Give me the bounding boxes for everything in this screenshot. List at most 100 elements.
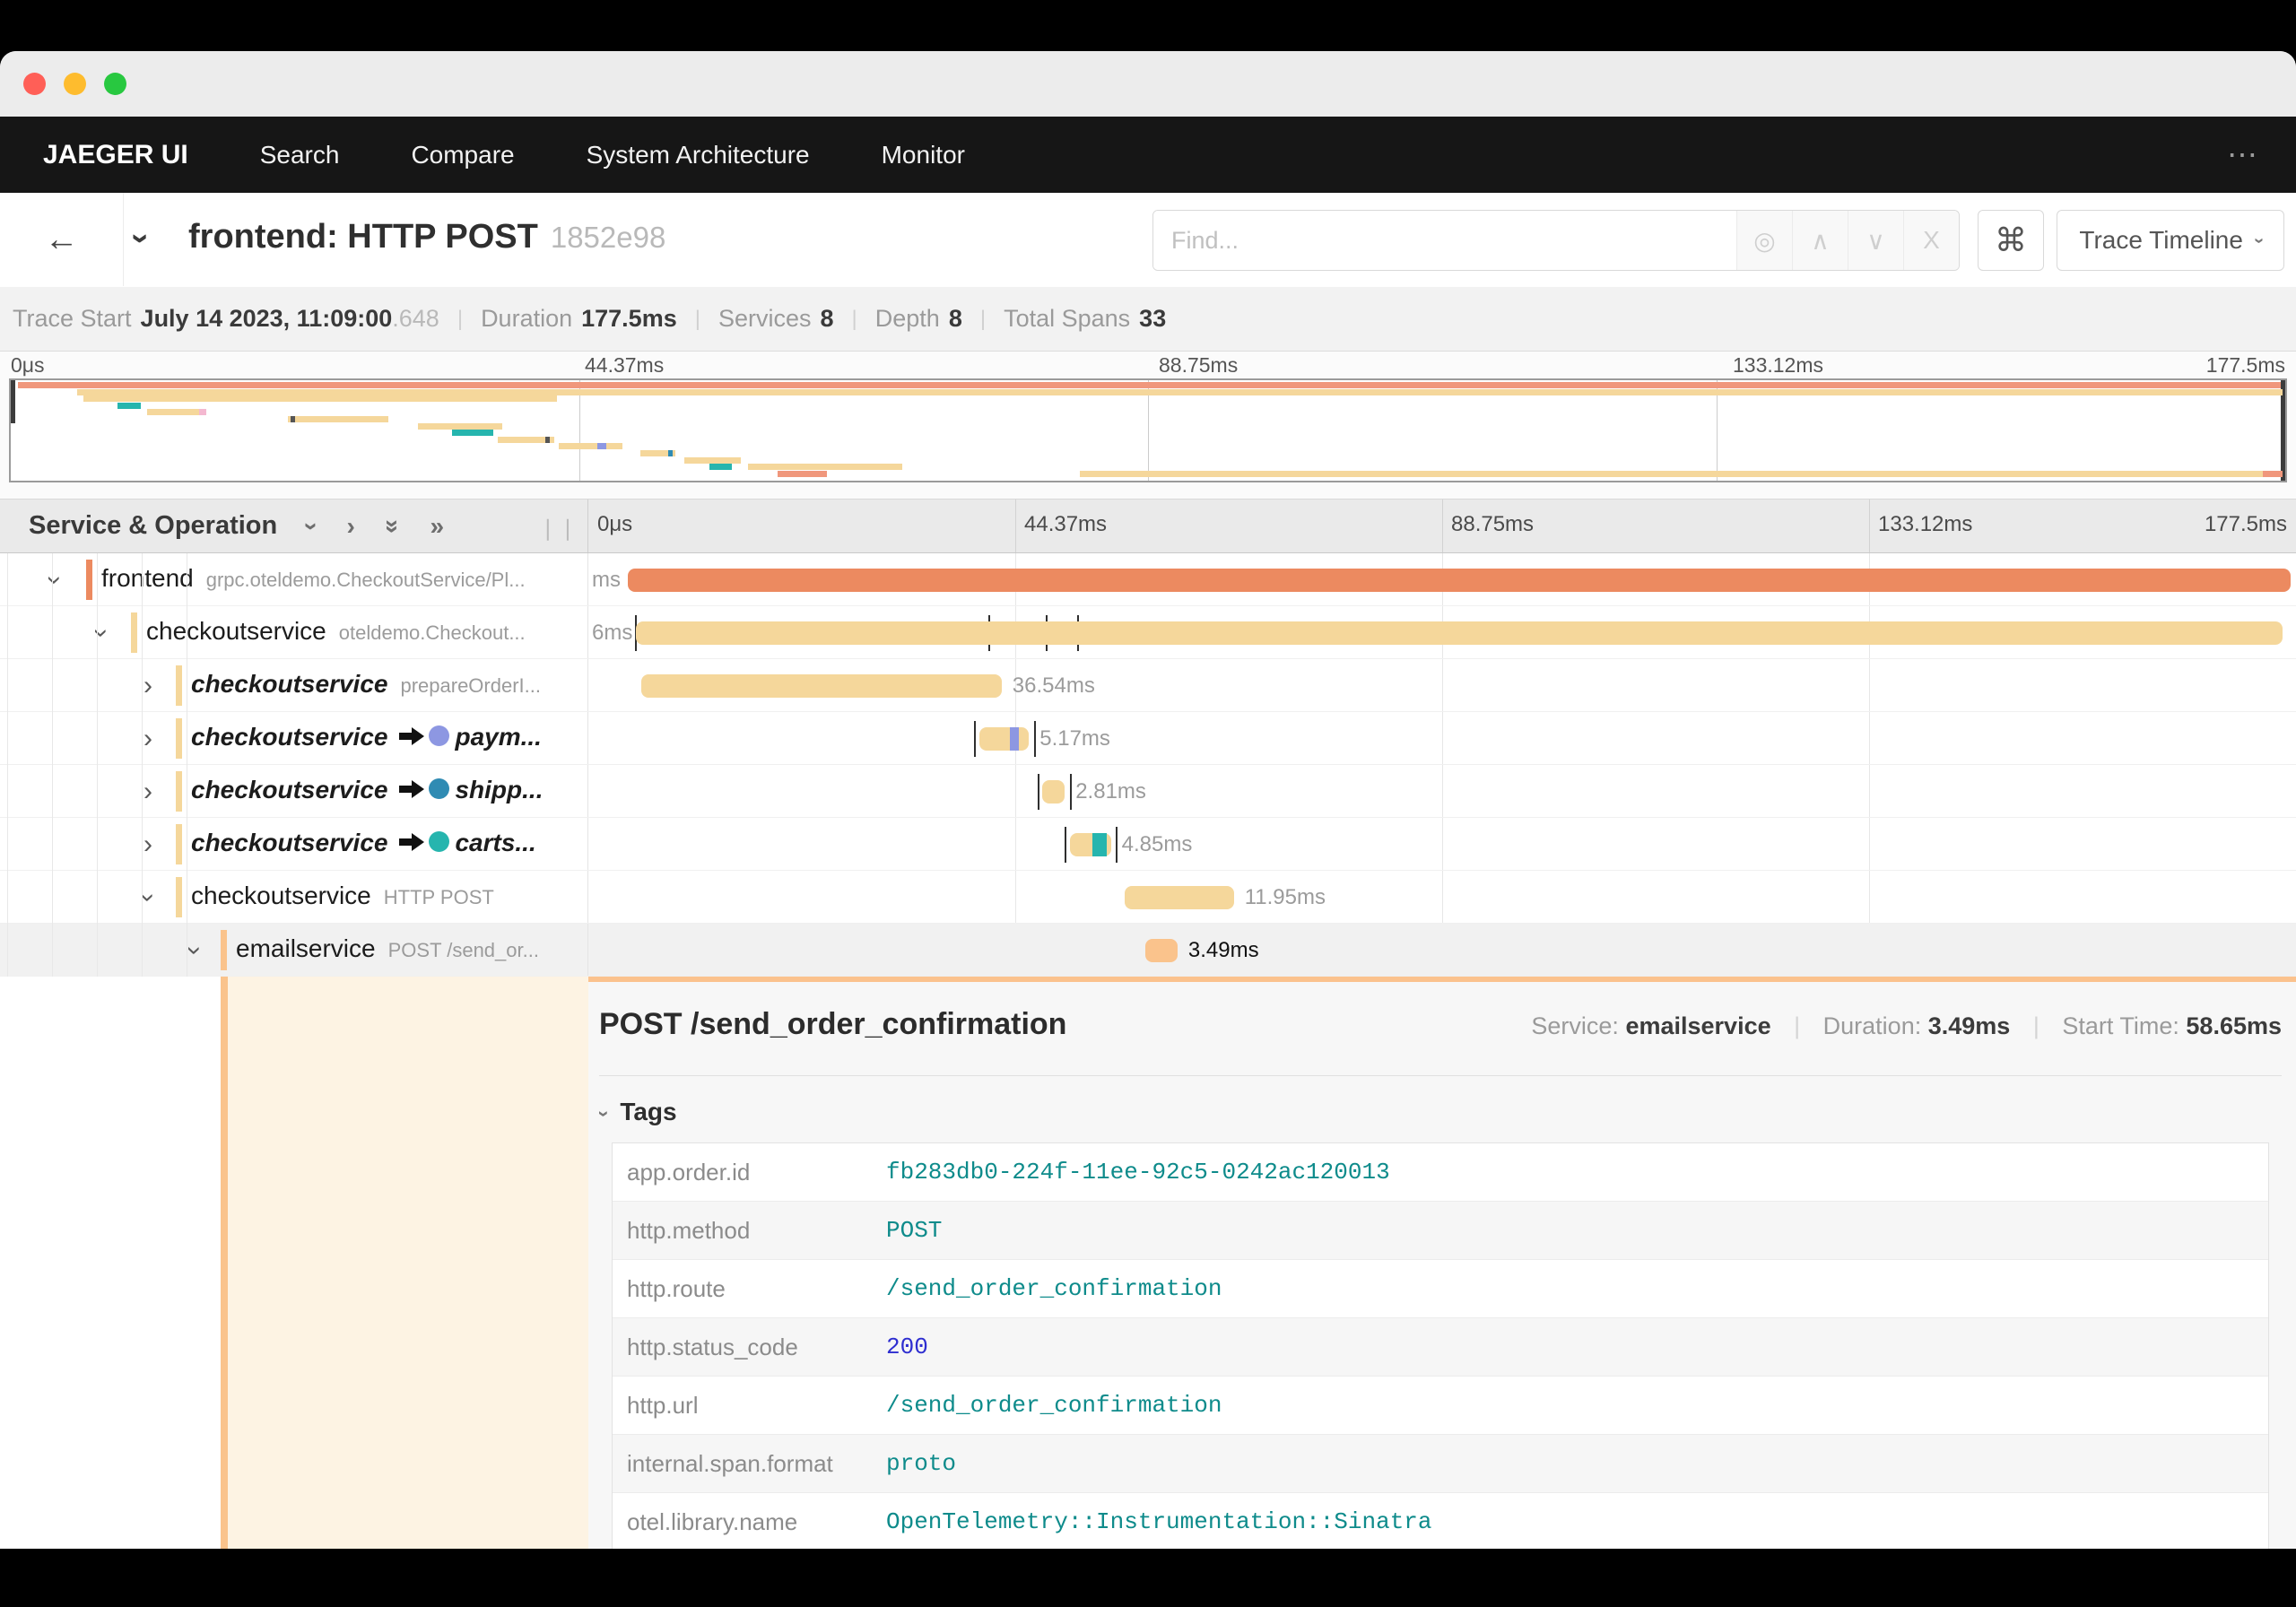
jaeger-logo[interactable]: JAEGER UI [43, 140, 188, 170]
span-timeline-cell[interactable]: 11.95ms [588, 871, 2296, 923]
start-time-value: 58.65ms [2186, 1012, 2282, 1039]
service-name-text: checkoutservice [191, 882, 371, 909]
span-duration-label: 5.17ms [1039, 726, 1110, 751]
span-row-frontend[interactable]: ›frontendgrpc.oteldemo.CheckoutService/P… [0, 553, 2296, 606]
span-name-cell[interactable]: ›checkoutservicepaym... [0, 712, 588, 764]
back-button[interactable]: ← [0, 193, 124, 286]
span-row-checkoutservice[interactable]: ›checkoutserviceHTTP POST11.95ms [0, 871, 2296, 924]
span-name-cell[interactable]: ›checkoutserviceoteldemo.Checkout... [0, 606, 588, 658]
span-timeline-cell[interactable]: 3.49ms [588, 924, 2296, 976]
nav-item-system-architecture[interactable]: System Architecture [587, 141, 810, 169]
tag-row[interactable]: http.url/send_order_confirmation [613, 1377, 2268, 1435]
span-row-checkoutservice[interactable]: ›checkoutservicecarts...4.85ms [0, 818, 2296, 871]
span-row-emailservice[interactable]: ›emailservicePOST /send_or...3.49ms [0, 924, 2296, 977]
span-timeline-cell[interactable]: 2.81ms [588, 765, 2296, 817]
collapse-trace-chevron-icon[interactable]: › [123, 233, 161, 244]
span-bar[interactable] [628, 569, 2291, 592]
span-duration-label: 11.95ms [1245, 885, 1326, 910]
span-color-chip [176, 771, 182, 812]
tag-key: internal.span.format [613, 1450, 886, 1478]
minimap-axis-label: 133.12ms [1733, 353, 1823, 378]
divider: | [695, 307, 700, 332]
minimap-span-bar [1080, 471, 2283, 477]
tag-row[interactable]: http.status_code200 [613, 1318, 2268, 1377]
expand-row-chevron-icon[interactable]: › [144, 777, 152, 807]
nav-item-compare[interactable]: Compare [411, 141, 514, 169]
column-resizer-handle[interactable]: ❘❘ [539, 516, 578, 542]
command-icon: ⌘ [1995, 222, 2027, 259]
span-name-cell[interactable]: ›emailservicePOST /send_or... [0, 924, 588, 976]
service-label: Service: [1531, 1012, 1619, 1039]
tag-row[interactable]: app.order.idfb283db0-224f-11ee-92c5-0242… [613, 1143, 2268, 1202]
tag-row[interactable]: otel.library.nameOpenTelemetry::Instrume… [613, 1493, 2268, 1549]
tag-value: /send_order_confirmation [886, 1275, 1222, 1302]
span-timeline-cell[interactable]: ms [588, 553, 2296, 605]
span-bar[interactable] [1042, 780, 1065, 804]
tag-row[interactable]: http.route/send_order_confirmation [613, 1260, 2268, 1318]
nav-item-monitor[interactable]: Monitor [882, 141, 965, 169]
find-focus-button[interactable]: ◎ [1736, 211, 1792, 270]
span-name-cell[interactable]: ›checkoutservicecarts... [0, 818, 588, 870]
timeline-axis-label: 88.75ms [1451, 512, 1534, 537]
timeline-column-header: Service & Operation › › » » ❘❘ 0μs44.37m… [0, 499, 2296, 553]
collapse-row-chevron-icon[interactable]: › [179, 946, 210, 955]
span-bar[interactable] [1145, 939, 1178, 962]
tag-row[interactable]: internal.span.formatproto [613, 1435, 2268, 1493]
span-timeline-cell[interactable]: 4.85ms [588, 818, 2296, 870]
tag-row[interactable]: http.methodPOST [613, 1202, 2268, 1260]
service-value: emailservice [1625, 1012, 1770, 1039]
span-timeline-cell[interactable]: 36.54ms [588, 659, 2296, 711]
span-name-cell[interactable]: ›frontendgrpc.oteldemo.CheckoutService/P… [0, 553, 588, 605]
collapse-one-icon[interactable]: › [298, 522, 326, 530]
span-timeline-cell[interactable]: 6ms [588, 606, 2296, 658]
tags-section-toggle[interactable]: ›Tags [601, 1098, 2296, 1126]
overflow-menu-icon[interactable]: ⋯ [2227, 137, 2260, 173]
minimap-canvas[interactable] [9, 378, 2287, 482]
find-clear-button[interactable]: X [1903, 211, 1959, 270]
minimap-left-scrubber[interactable] [11, 380, 15, 423]
nav-item-search[interactable]: Search [260, 141, 340, 169]
find-next-button[interactable]: ∨ [1848, 211, 1903, 270]
collapse-row-chevron-icon[interactable]: › [39, 576, 70, 585]
keyboard-shortcuts-button[interactable]: ⌘ [1978, 210, 2044, 271]
minimap-span-bar [2263, 471, 2283, 477]
span-bar[interactable] [979, 727, 1029, 751]
expand-row-chevron-icon[interactable]: › [144, 830, 152, 860]
minimap-span-bar [117, 403, 140, 409]
find-prev-button[interactable]: ∧ [1792, 211, 1848, 270]
expand-row-chevron-icon[interactable]: › [144, 724, 152, 754]
collapse-all-icon[interactable]: » [378, 519, 407, 534]
collapse-row-chevron-icon[interactable]: › [133, 893, 163, 902]
span-bar[interactable] [1125, 886, 1234, 909]
span-bar[interactable] [641, 674, 1002, 698]
minimize-window-button[interactable] [64, 73, 86, 95]
span-name-cell[interactable]: ›checkoutserviceHTTP POST [0, 871, 588, 923]
expand-row-chevron-icon[interactable]: › [144, 671, 152, 701]
span-row-checkoutservice[interactable]: ›checkoutserviceshipp...2.81ms [0, 765, 2296, 818]
span-name-cell[interactable]: ›checkoutserviceprepareOrderI... [0, 659, 588, 711]
expand-all-icon[interactable]: » [430, 512, 444, 541]
chevron-up-icon: ∧ [1811, 226, 1830, 256]
span-name-cell[interactable]: ›checkoutserviceshipp... [0, 765, 588, 817]
summary-value: 8 [949, 305, 962, 333]
span-color-chip [86, 560, 92, 600]
span-row-checkoutservice[interactable]: ›checkoutserviceprepareOrderI...36.54ms [0, 659, 2296, 712]
close-window-button[interactable] [23, 73, 46, 95]
expand-one-icon[interactable]: › [347, 512, 355, 541]
trace-view-select[interactable]: Trace Timeline › [2057, 210, 2284, 271]
minimap-right-scrubber[interactable] [2281, 380, 2285, 481]
span-row-checkoutservice[interactable]: ›checkoutserviceoteldemo.Checkout...6ms [0, 606, 2296, 659]
collapse-row-chevron-icon[interactable]: › [86, 629, 117, 638]
minimap-axis: 0μs44.37ms88.75ms133.12ms177.5ms [0, 352, 2296, 378]
selected-span-color-band [221, 977, 228, 1549]
span-bar[interactable] [636, 621, 2282, 645]
tag-value: OpenTelemetry::Instrumentation::Sinatra [886, 1508, 1432, 1535]
span-timeline-cell[interactable]: 5.17ms [588, 712, 2296, 764]
find-input[interactable] [1153, 211, 1736, 270]
span-bar[interactable] [1070, 833, 1111, 856]
zoom-window-button[interactable] [104, 73, 126, 95]
minimap-span-bar [291, 416, 295, 422]
tag-key: http.status_code [613, 1333, 886, 1361]
service-color-dot [429, 725, 449, 746]
span-row-checkoutservice[interactable]: ›checkoutservicepaym... 5.17ms [0, 712, 2296, 765]
